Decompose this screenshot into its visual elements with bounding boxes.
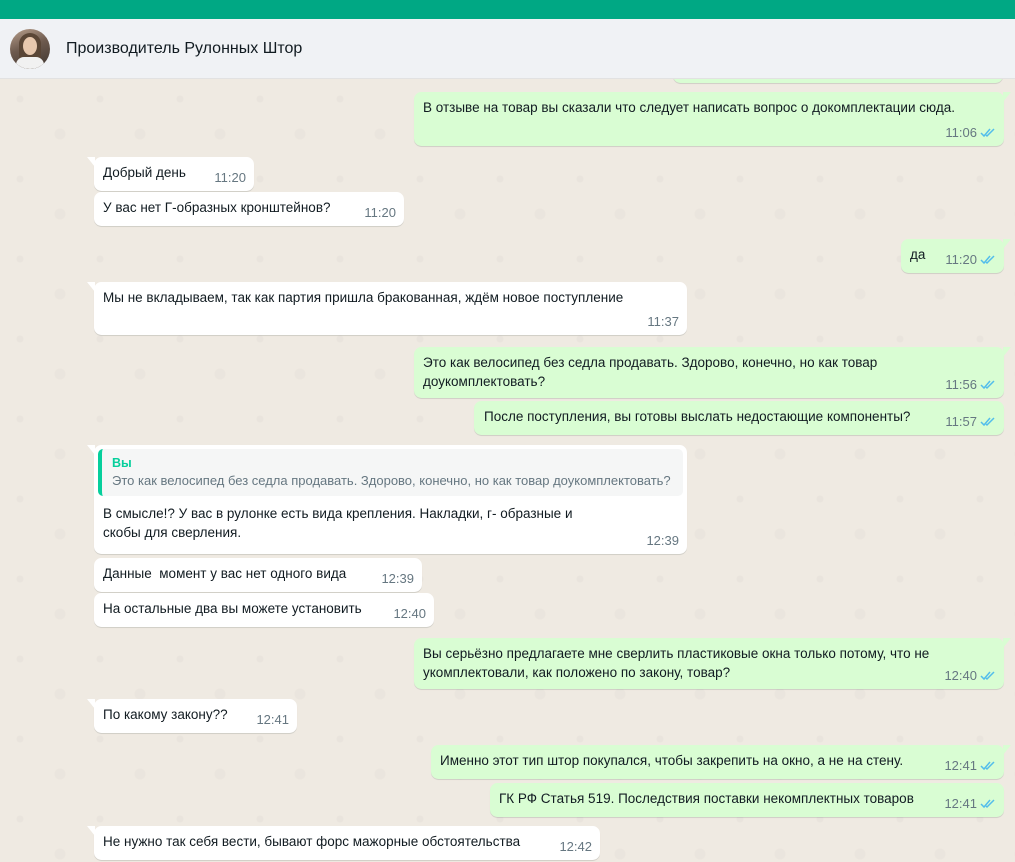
message-bubble-outgoing[interactable]: После поступления, вы готовы выслать нед…	[474, 401, 1004, 435]
contact-avatar[interactable]	[10, 28, 50, 69]
message-time: 11:20	[364, 205, 396, 220]
message-list[interactable]: В отзыве на товар вы сказали что следует…	[0, 79, 1015, 862]
message-time: 11:57	[945, 414, 977, 429]
double-check-icon	[980, 671, 995, 681]
message-bubble-outgoing[interactable]: да 11:20	[901, 239, 1011, 273]
message-bubble-incoming[interactable]: Не нужно так себя вести, бывают форс маж…	[87, 826, 600, 860]
message-bubble-outgoing[interactable]: Именно этот тип штор покупался, чтобы за…	[431, 745, 1011, 779]
message-text: Именно этот тип штор покупался, чтобы за…	[440, 753, 904, 768]
message-text: Мы не вкладываем, так как партия пришла …	[103, 290, 624, 305]
message-text: ГК РФ Статья 519. Последствия поставки н…	[499, 791, 914, 806]
message-bubble-incoming[interactable]: На остальные два вы можете установить 12…	[94, 593, 434, 627]
message-text: У вас нет Г-образных кронштейнов?	[103, 200, 331, 215]
message-time: 11:06	[945, 125, 977, 140]
message-time: 11:56	[945, 377, 977, 392]
quoted-author: Вы	[112, 456, 132, 470]
message-text: На остальные два вы можете установить	[103, 601, 362, 616]
message-bubble-incoming[interactable]: Вы Это как велосипед без седла продавать…	[87, 445, 687, 554]
message-bubble-incoming[interactable]: У вас нет Г-образных кронштейнов? 11:20	[94, 192, 404, 226]
app-top-bar	[0, 0, 1015, 19]
message-time: 12:41	[944, 758, 977, 773]
message-text: Не нужно так себя вести, бывают форс маж…	[103, 834, 521, 849]
message-bubble-outgoing[interactable]: Вы серьёзно предлагаете мне сверлить пла…	[414, 638, 1011, 689]
contact-name[interactable]: Производитель Рулонных Штор	[66, 40, 302, 58]
message-time: 11:20	[214, 170, 246, 185]
double-check-icon	[980, 761, 995, 771]
message-bubble-incoming[interactable]: Данные момент у вас нет одного вида 12:3…	[94, 558, 422, 592]
message-bubble-incoming[interactable]: Добрый день 11:20	[87, 157, 254, 191]
message-bubble-partial	[673, 79, 1003, 83]
message-text: Данные момент у вас нет одного вида	[103, 566, 347, 581]
double-check-icon	[980, 799, 995, 809]
quoted-text: Это как велосипед без седла продавать. З…	[112, 473, 671, 488]
message-text: В смысле!? У вас в рулонке есть вида кре…	[103, 506, 573, 540]
message-text: Вы серьёзно предлагаете мне сверлить пла…	[423, 646, 930, 680]
message-time: 12:39	[646, 533, 679, 548]
message-time: 11:37	[647, 314, 679, 329]
double-check-icon	[980, 380, 995, 390]
double-check-icon	[980, 128, 995, 138]
message-time: 11:20	[945, 252, 977, 267]
message-text: Это как велосипед без седла продавать. З…	[423, 355, 878, 389]
message-bubble-outgoing[interactable]: ГК РФ Статья 519. Последствия поставки н…	[490, 783, 1004, 817]
message-text: После поступления, вы готовы выслать нед…	[484, 409, 911, 424]
double-check-icon	[980, 255, 995, 265]
message-time: 12:39	[381, 571, 414, 586]
message-time: 12:42	[559, 839, 592, 854]
message-bubble-outgoing[interactable]: В отзыве на товар вы сказали что следует…	[414, 92, 1011, 146]
message-bubble-outgoing[interactable]: Это как велосипед без седла продавать. З…	[414, 347, 1011, 398]
message-bubble-incoming[interactable]: По какому закону?? 12:41	[87, 699, 297, 733]
message-time: 12:41	[944, 796, 977, 811]
message-bubble-incoming[interactable]: Мы не вкладываем, так как партия пришла …	[87, 282, 687, 335]
message-time: 12:40	[393, 606, 426, 621]
double-check-icon	[980, 417, 995, 427]
message-time: 12:40	[944, 668, 977, 683]
message-text: В отзыве на товар вы сказали что следует…	[423, 100, 955, 115]
chat-header[interactable]: Производитель Рулонных Штор	[0, 19, 1015, 79]
quoted-message[interactable]: Вы Это как велосипед без седла продавать…	[98, 449, 683, 496]
message-time: 12:41	[256, 712, 289, 727]
